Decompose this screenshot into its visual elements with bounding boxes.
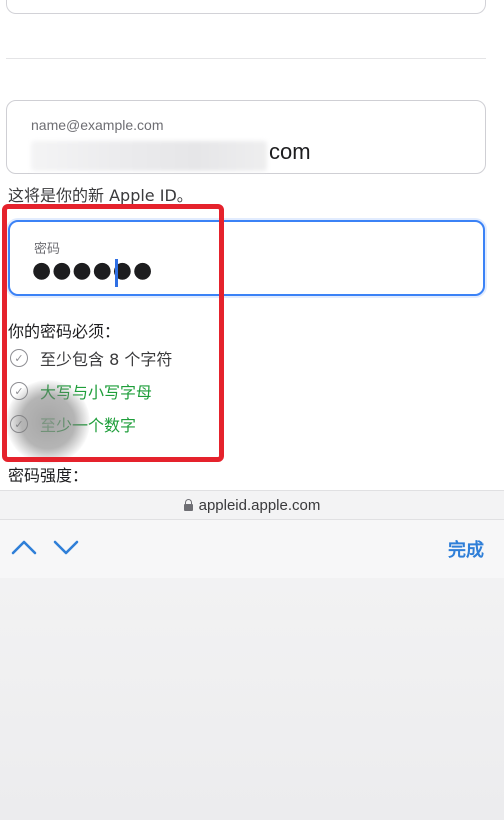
chevron-down-icon (53, 540, 79, 555)
keyboard-accessory-bar: 完成 (0, 520, 504, 578)
previous-field[interactable] (6, 0, 486, 14)
check-circle-icon: ✓ (10, 349, 28, 367)
requirement-min-length: ✓ 至少包含 8 个字符 (10, 346, 172, 370)
check-circle-icon: ✓ (10, 382, 28, 400)
requirement-text: 至少包含 8 个字符 (40, 350, 173, 369)
previous-field-button[interactable] (8, 532, 40, 562)
keyboard-area (0, 578, 504, 820)
done-button[interactable]: 完成 (448, 536, 484, 562)
email-hint: 这将是你的新 Apple ID。 (8, 186, 193, 205)
email-field[interactable]: name@example.com com (6, 100, 486, 174)
requirement-mixed-case: ✓ 大写与小写字母 (10, 379, 152, 403)
email-value-suffix: com (269, 139, 311, 164)
requirement-text: 至少一个数字 (40, 416, 137, 435)
section-divider (6, 58, 486, 59)
next-field-button[interactable] (50, 532, 82, 562)
email-placeholder: name@example.com (31, 117, 164, 133)
password-label: 密码 (34, 242, 61, 257)
text-caret (115, 259, 118, 287)
email-redacted (31, 141, 267, 171)
requirement-text: 大写与小写字母 (40, 383, 153, 402)
chevron-up-icon (11, 540, 37, 555)
password-strength-label: 密码强度： (8, 466, 89, 485)
password-field[interactable]: 密码 ●●●●●● (8, 220, 485, 296)
check-circle-icon: ✓ (10, 415, 28, 433)
requirement-number: ✓ 至少一个数字 (10, 412, 136, 436)
url-bar[interactable]: appleid.apple.com (0, 490, 504, 520)
requirements-title: 你的密码必须： (8, 322, 121, 341)
lock-icon (183, 499, 193, 511)
url-text: appleid.apple.com (198, 496, 321, 514)
password-value: ●●●●●● (32, 258, 154, 283)
